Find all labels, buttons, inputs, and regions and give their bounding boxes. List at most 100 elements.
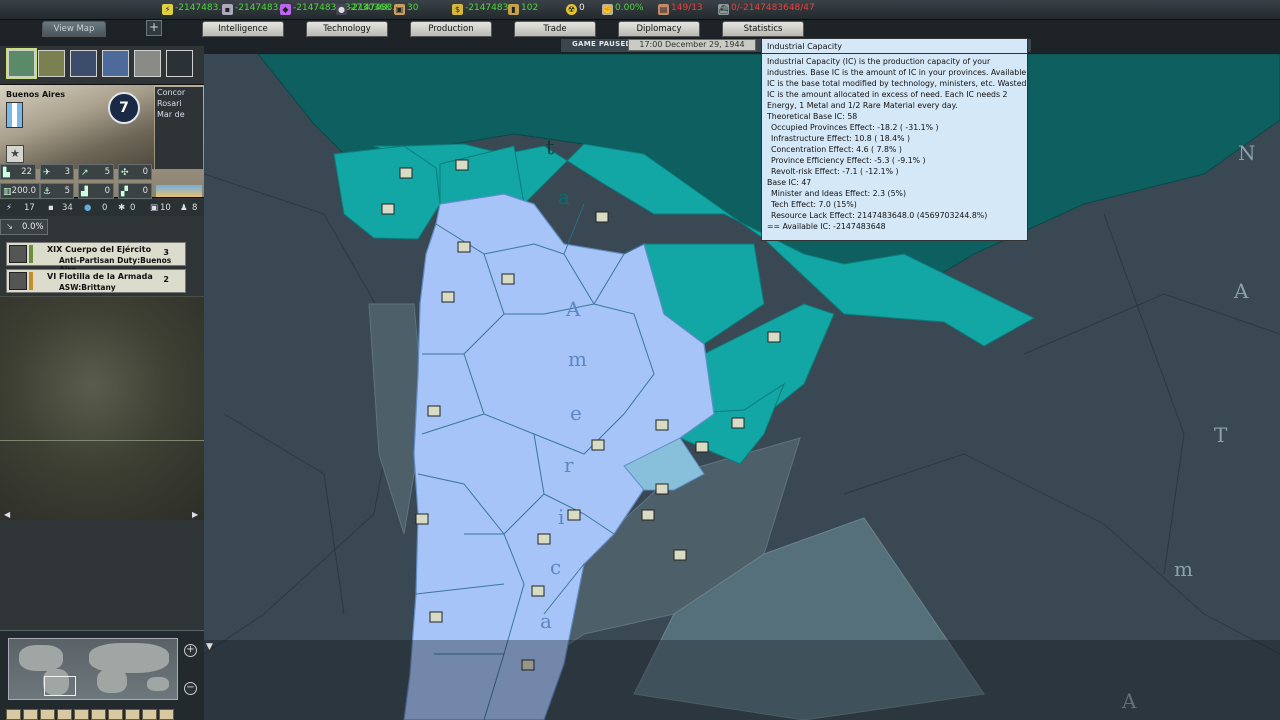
industry-stat[interactable]: ▙ 22 <box>0 164 36 180</box>
minimap-landmass <box>147 677 169 691</box>
manpower-icon: ▤ <box>658 4 669 15</box>
tooltip-line: Concentration Effect: 4.6 ( 7.8% ) <box>771 145 902 154</box>
unit-task: ASW:Brittany <box>59 283 116 292</box>
radar-stat[interactable]: ✣ 0 <box>118 164 152 180</box>
plane-icon: ✈ <box>43 168 51 178</box>
tooltip-line: Industrial Capacity (IC) is the producti… <box>767 57 991 66</box>
tooltip-title: Industrial Capacity <box>762 39 1027 54</box>
filter-button[interactable] <box>159 709 174 720</box>
infrastructure-stat[interactable]: ▥ 200.0 <box>0 183 40 199</box>
fort-stat[interactable]: ▟ 0 <box>78 183 114 199</box>
zoom-in-button[interactable]: + <box>184 644 197 657</box>
expand-arrow-icon[interactable]: ▼ <box>206 642 213 652</box>
energy-resource[interactable]: ⚡ -2147483... <box>162 3 227 15</box>
tooltip-line: Energy, 1 Metal and 1/2 Rare Material ev… <box>767 101 958 110</box>
fuel-resource[interactable]: ▮ 102 <box>508 3 538 15</box>
port-stat[interactable]: ⚓ 5 <box>40 183 74 199</box>
tab-production[interactable]: Production <box>410 21 492 37</box>
map-mode-naval-button[interactable] <box>102 50 129 77</box>
airbase-stat[interactable]: ✈ 3 <box>40 164 74 180</box>
dissent-resource[interactable]: ✊ 0.00% <box>602 3 644 15</box>
nuclear-resource[interactable]: ☢ 0 <box>566 3 585 15</box>
aa-stat[interactable]: ↗ 5 <box>78 164 114 180</box>
minimap[interactable] <box>8 638 178 700</box>
map-mode-terrain-button[interactable] <box>6 48 37 79</box>
map-mode-land-button[interactable] <box>38 50 65 77</box>
filter-button[interactable] <box>91 709 106 720</box>
tooltip-line: industries. Base IC is the amount of IC … <box>767 68 1027 77</box>
metal-resource[interactable]: ▪ -2147483... <box>222 3 287 15</box>
minimap-viewport[interactable] <box>44 676 76 696</box>
dissent-icon: ✊ <box>602 4 613 15</box>
nuclear-reactor-stat[interactable]: ▞ 0 <box>118 183 152 199</box>
filter-button[interactable] <box>40 709 55 720</box>
map-mode-air-button[interactable] <box>70 50 97 77</box>
tooltip-line: Resource Lack Effect: 2147483648.0 (4569… <box>771 211 988 220</box>
map-mode-leader-button[interactable] <box>134 50 161 77</box>
filter-button[interactable] <box>23 709 38 720</box>
energy-icon: ⚡ <box>162 4 173 15</box>
anchor-icon: ⚓ <box>43 187 52 197</box>
rare-materials-icon: ◆ <box>280 4 291 15</box>
industrial-capacity-tooltip: Industrial Capacity Industrial Capacity … <box>761 38 1028 241</box>
tooltip-line: IC is the base total modified by technol… <box>767 79 1027 88</box>
tab-trade[interactable]: Trade <box>514 21 596 37</box>
province-energy: 17 <box>24 203 35 213</box>
filter-button[interactable] <box>6 709 21 720</box>
coastal-indicator <box>156 185 202 197</box>
map-label-r: r <box>564 453 574 477</box>
minimap-landmass <box>89 643 169 673</box>
zoom-out-button[interactable]: − <box>184 682 197 695</box>
filter-button[interactable] <box>142 709 157 720</box>
tooltip-line: Revolt-risk Effect: -7.1 ( -12.1% ) <box>771 167 899 176</box>
tooltip-line: Theoretical Base IC: 58 <box>767 112 858 121</box>
map-label-A-sea: A <box>1233 279 1249 303</box>
reactor-icon: ▞ <box>121 187 128 197</box>
neighbor-item[interactable]: Mar de <box>155 109 203 120</box>
revolt-risk-box[interactable]: ↘ 0.0% <box>0 219 48 235</box>
map-canvas[interactable]: t a A m e r i c a N A T m A <box>204 54 1280 720</box>
world-map[interactable]: t a A m e r i c a N A T m A ▼ <box>204 54 1280 720</box>
panel-background-photo <box>0 296 204 520</box>
game-date[interactable]: 17:00 December 29, 1944 <box>628 39 756 51</box>
map-label-T: T <box>1214 423 1228 447</box>
map-filter-buttons <box>6 705 196 720</box>
map-label-c: c <box>550 555 561 579</box>
filter-button[interactable] <box>57 709 72 720</box>
province-oil: 0 <box>102 203 108 213</box>
manpower-resource[interactable]: ▤ 149/13 <box>658 3 703 15</box>
tooltip-line: IC is the amount allocated in excess of … <box>767 90 1008 99</box>
map-mode-hierarchy-button[interactable] <box>166 50 193 77</box>
tab-diplomacy[interactable]: Diplomacy <box>618 21 700 37</box>
tab-statistics[interactable]: Statistics <box>722 21 804 37</box>
neighbor-item[interactable]: Concor <box>155 87 203 98</box>
revolt-risk-value: 0.0% <box>22 222 44 232</box>
neighbor-item[interactable]: Rosari <box>155 98 203 109</box>
tooltip-line: Minister and Ideas Effect: 2.3 (5%) <box>771 189 906 198</box>
map-label-m-sea: m <box>1174 557 1193 581</box>
unit-entry[interactable]: XIX Cuerpo del Ejército Anti-Partisan Du… <box>6 242 186 274</box>
unit-entry[interactable]: VI Flotilla de la Armada ASW:Brittany 2 <box>6 269 186 293</box>
tab-intelligence[interactable]: Intelligence <box>202 21 284 37</box>
star-icon[interactable]: ★ <box>6 145 24 163</box>
neighbor-list: Concor Rosari Mar de <box>155 87 203 169</box>
scroll-left-arrow-icon[interactable]: ◀ <box>4 510 10 519</box>
filter-button[interactable] <box>74 709 89 720</box>
metal-icon: ▪ <box>48 203 54 213</box>
unit-name: XIX Cuerpo del Ejército <box>47 245 152 254</box>
tab-technology[interactable]: Technology <box>306 21 388 37</box>
scroll-right-arrow-icon[interactable]: ▶ <box>192 510 198 519</box>
unit-type-stripe <box>29 245 33 263</box>
tab-view-map[interactable]: View Map <box>42 21 106 37</box>
supplies-resource[interactable]: ▣ 30 <box>394 3 418 15</box>
oil-icon: ● <box>336 4 347 15</box>
factory-icon: ▙ <box>3 168 10 178</box>
filter-button[interactable] <box>125 709 140 720</box>
country-flag[interactable] <box>6 102 23 128</box>
filter-button[interactable] <box>108 709 123 720</box>
metal-icon: ▪ <box>222 4 233 15</box>
oil-resource[interactable]: ● -2147483... <box>336 3 401 15</box>
convoy-resource[interactable]: ⛴ 0/-2147483648/47 <box>718 3 815 15</box>
add-tab-button[interactable]: + <box>146 20 162 36</box>
oil-icon: ● <box>84 203 92 213</box>
